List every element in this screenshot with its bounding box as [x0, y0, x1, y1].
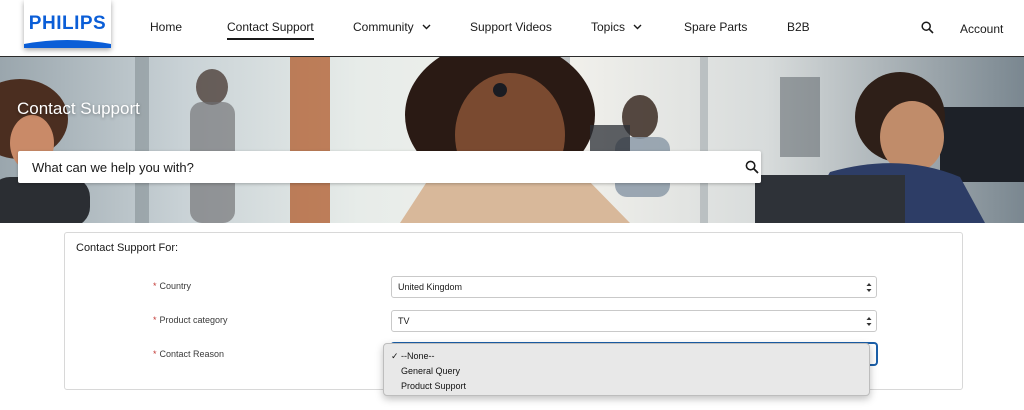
option-none[interactable]: ✓ --None-- [384, 349, 869, 364]
search-icon[interactable] [745, 160, 759, 174]
required-marker: * [153, 315, 157, 325]
product-category-value: TV [398, 316, 410, 326]
option-general-query[interactable]: General Query [384, 364, 869, 379]
nav-spare-parts[interactable]: Spare Parts [684, 19, 747, 35]
form-title: Contact Support For: [76, 242, 179, 254]
contact-reason-dropdown: ✓ --None-- General Query Product Support [383, 343, 870, 396]
top-navigation: PHILIPS Home Contact Support Community S… [0, 0, 1024, 57]
hero-banner: Contact Support [0, 57, 1024, 223]
chevron-down-icon [633, 24, 642, 30]
select-arrows-icon [866, 283, 872, 292]
product-category-label: * Product category [153, 315, 228, 325]
nav-account[interactable]: Account [960, 21, 1003, 37]
contact-reason-label: * Contact Reason [153, 349, 225, 359]
hero-search-box [18, 151, 761, 183]
nav-b2b[interactable]: B2B [787, 19, 810, 35]
nav-home[interactable]: Home [150, 19, 182, 35]
country-label: * Country [153, 281, 192, 291]
logo-swoosh-graphic [24, 40, 111, 48]
nav-topics[interactable]: Topics [591, 19, 642, 35]
checkmark-icon: ✓ [391, 351, 399, 361]
nav-topics-label: Topics [591, 20, 626, 34]
philips-logo[interactable]: PHILIPS [24, 0, 111, 48]
nav-community[interactable]: Community [353, 19, 431, 35]
logo-wordmark: PHILIPS [28, 13, 107, 34]
select-arrows-icon [866, 317, 872, 326]
chevron-down-icon [422, 24, 431, 30]
country-select[interactable]: United Kingdom [391, 276, 877, 298]
nav-community-label: Community [353, 20, 414, 34]
nav-contact-support[interactable]: Contact Support [227, 19, 314, 40]
country-value: United Kingdom [398, 282, 463, 292]
search-icon[interactable] [921, 21, 934, 34]
nav-support-videos[interactable]: Support Videos [470, 19, 552, 35]
required-marker: * [153, 349, 157, 359]
hero-title: Contact Support [17, 99, 140, 118]
option-product-support[interactable]: Product Support [384, 379, 869, 394]
hero-office-photo [0, 57, 1024, 223]
product-category-select[interactable]: TV [391, 310, 877, 332]
hero-search-input[interactable] [18, 151, 718, 183]
required-marker: * [153, 281, 157, 291]
